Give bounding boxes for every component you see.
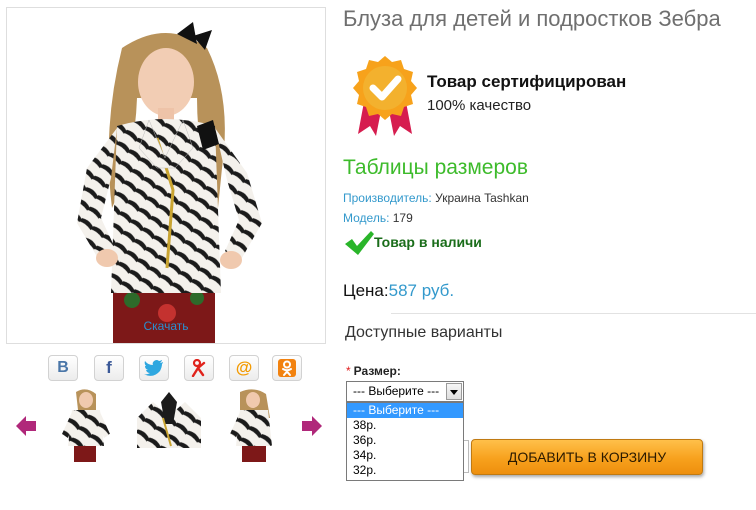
thumbnail-2[interactable] [133, 388, 205, 462]
required-mark: * [346, 364, 351, 378]
size-option[interactable]: --- Выберите --- [347, 403, 463, 418]
size-tables-link[interactable]: Таблицы размеров [343, 156, 528, 180]
certificate-title: Товар сертифицирован [427, 72, 627, 91]
mail-letter: @ [235, 358, 253, 377]
price: Цена:587 руб. [343, 281, 454, 301]
facebook-icon[interactable]: f [94, 355, 124, 381]
size-select[interactable]: --- Выберите --- [346, 381, 464, 402]
twitter-icon[interactable] [139, 355, 169, 381]
size-dropdown-list: --- Выберите --- 38р. 36р. 34р. 32р. [346, 402, 464, 481]
arrow-right-icon[interactable] [300, 414, 324, 438]
price-value: 587 руб. [388, 281, 455, 300]
size-option[interactable]: 38р. [347, 418, 463, 433]
manufacturer-line: Производитель: Украина Tashkan [343, 191, 529, 205]
thumbnail-3[interactable] [226, 388, 284, 462]
model-label: Модель: [343, 211, 390, 225]
facebook-letter: f [106, 358, 112, 377]
size-option[interactable]: 36р. [347, 433, 463, 448]
stock-status: Товар в наличи [374, 234, 482, 250]
arrow-left-icon[interactable] [14, 414, 38, 438]
manufacturer-label: Производитель: [343, 191, 432, 205]
share-buttons: B f @ [48, 355, 308, 383]
checkmark-icon [345, 231, 374, 255]
download-link[interactable]: Скачать [7, 319, 325, 333]
product-title: Блуза для детей и подростков Зебра [343, 6, 721, 31]
thumbnail-1[interactable] [56, 388, 114, 462]
model-value: 179 [392, 211, 413, 225]
certificate-subtitle: 100% качество [427, 97, 532, 114]
price-label: Цена: [343, 281, 389, 300]
size-label: * Размер: [346, 364, 401, 378]
chevron-down-icon[interactable] [446, 383, 462, 400]
vk-icon[interactable]: B [48, 355, 78, 381]
size-label-text: Размер: [353, 364, 401, 378]
certificate-badge-icon [353, 56, 417, 136]
model-line: Модель: 179 [343, 211, 413, 225]
size-option[interactable]: 34р. [347, 448, 463, 463]
mail-ru-icon[interactable]: @ [229, 355, 259, 381]
product-photo [77, 22, 262, 343]
add-to-cart-button[interactable]: ДОБАВИТЬ В КОРЗИНУ [471, 439, 703, 475]
odnoklassniki-icon[interactable] [272, 355, 302, 381]
main-product-image[interactable]: Скачать [6, 7, 326, 344]
manufacturer-value: Украина Tashkan [435, 191, 529, 205]
size-option[interactable]: 32р. [347, 463, 463, 478]
options-heading: Доступные варианты [345, 324, 503, 341]
vk-letter: B [57, 359, 69, 376]
odnoklassniki-ya-icon[interactable] [184, 355, 214, 381]
size-select-value: --- Выберите --- [353, 384, 440, 398]
divider [391, 313, 756, 314]
